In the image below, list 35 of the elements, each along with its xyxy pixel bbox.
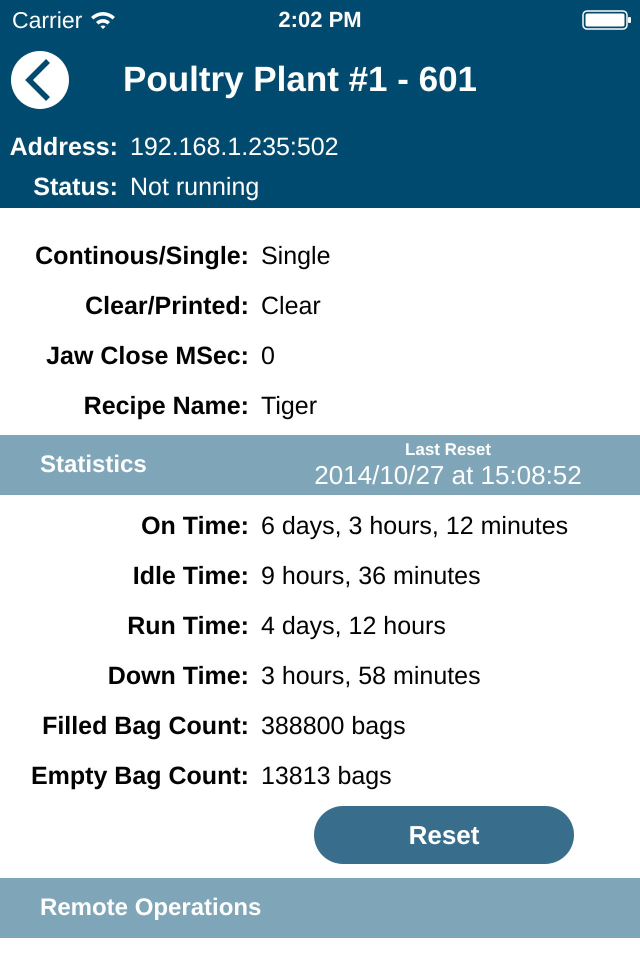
field-label: On Time: bbox=[140, 512, 249, 540]
field-label: Empty Bag Count: bbox=[30, 762, 249, 790]
field-label: Continous/Single: bbox=[34, 242, 249, 270]
field-label: Jaw Close MSec: bbox=[45, 342, 249, 370]
battery-icon bbox=[582, 10, 632, 30]
last-reset-value: 2014/10/27 at 15:08:52 bbox=[314, 460, 582, 490]
field-value: 9 hours, 36 minutes bbox=[261, 562, 481, 590]
field-label: Run Time: bbox=[126, 612, 249, 640]
field-value: Not running bbox=[130, 172, 260, 202]
field-value: Single bbox=[261, 242, 330, 270]
wifi-icon bbox=[90, 10, 116, 30]
last-reset-label: Last Reset bbox=[405, 440, 491, 460]
clock-time: 2:02 PM bbox=[277, 7, 363, 33]
field-label: Status: bbox=[32, 172, 118, 202]
field-value: 13813 bags bbox=[261, 762, 392, 790]
field-value: 6 days, 3 hours, 12 minutes bbox=[261, 512, 568, 540]
carrier-label: Carrier bbox=[12, 6, 82, 34]
section-title: Remote Operations bbox=[40, 894, 262, 922]
field-label: Address: bbox=[8, 132, 118, 162]
back-button[interactable] bbox=[11, 51, 69, 109]
field-label: Filled Bag Count: bbox=[41, 712, 249, 740]
screen-title: Poultry Plant #1 - 601 bbox=[123, 60, 478, 100]
reset-button[interactable]: Reset bbox=[314, 806, 574, 864]
field-label: Recipe Name: bbox=[82, 392, 249, 420]
field-value: 4 days, 12 hours bbox=[261, 612, 446, 640]
field-label: Idle Time: bbox=[132, 562, 249, 590]
field-value: Clear bbox=[261, 292, 321, 320]
field-value: 192.168.1.235:502 bbox=[130, 132, 339, 162]
section-title: Statistics bbox=[40, 451, 148, 479]
field-value: 0 bbox=[261, 342, 275, 370]
field-value: 388800 bags bbox=[261, 712, 406, 740]
field-value: Tiger bbox=[261, 392, 318, 420]
field-value: 3 hours, 58 minutes bbox=[261, 662, 481, 690]
field-label: Clear/Printed: bbox=[84, 292, 249, 320]
field-label: Down Time: bbox=[106, 662, 249, 690]
